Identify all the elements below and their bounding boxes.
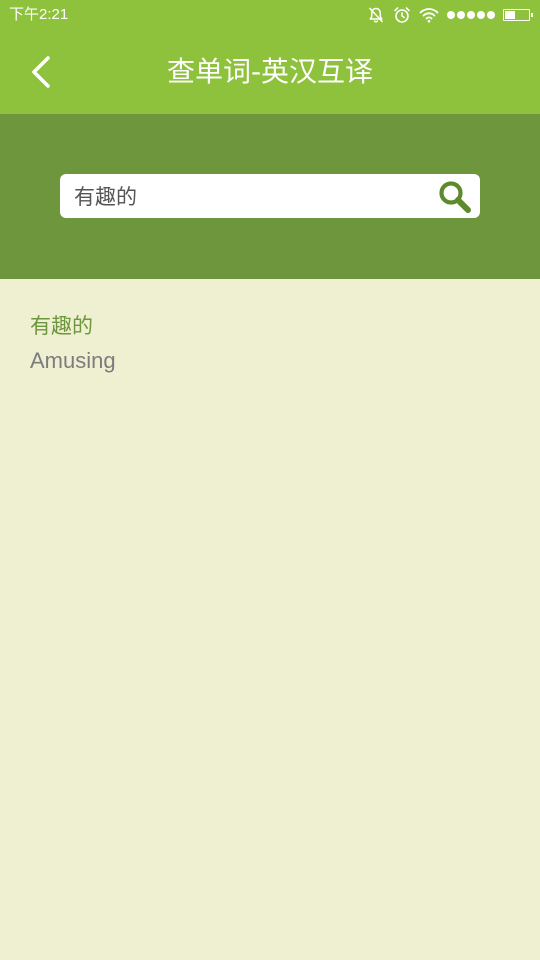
status-icons	[367, 5, 533, 25]
battery-icon	[503, 9, 533, 21]
signal-icon	[447, 11, 495, 19]
wifi-icon	[419, 7, 439, 23]
result-word: 有趣的	[30, 314, 93, 338]
search-button[interactable]	[436, 178, 474, 216]
status-time: 下午2:21	[9, 6, 69, 23]
search-input[interactable]	[74, 174, 414, 218]
alarm-off-icon	[367, 6, 385, 24]
page-title: 查单词-英汉互译	[166, 55, 374, 88]
app-bar: 查单词-英汉互译	[0, 30, 540, 114]
search-icon	[436, 181, 474, 220]
result-translation: Amusing	[30, 348, 116, 373]
status-bar: 下午2:21	[0, 0, 540, 30]
result-item[interactable]: 有趣的 Amusing	[30, 310, 116, 380]
search-panel	[0, 114, 540, 279]
alarm-clock-icon	[393, 6, 411, 24]
search-box	[60, 174, 480, 218]
